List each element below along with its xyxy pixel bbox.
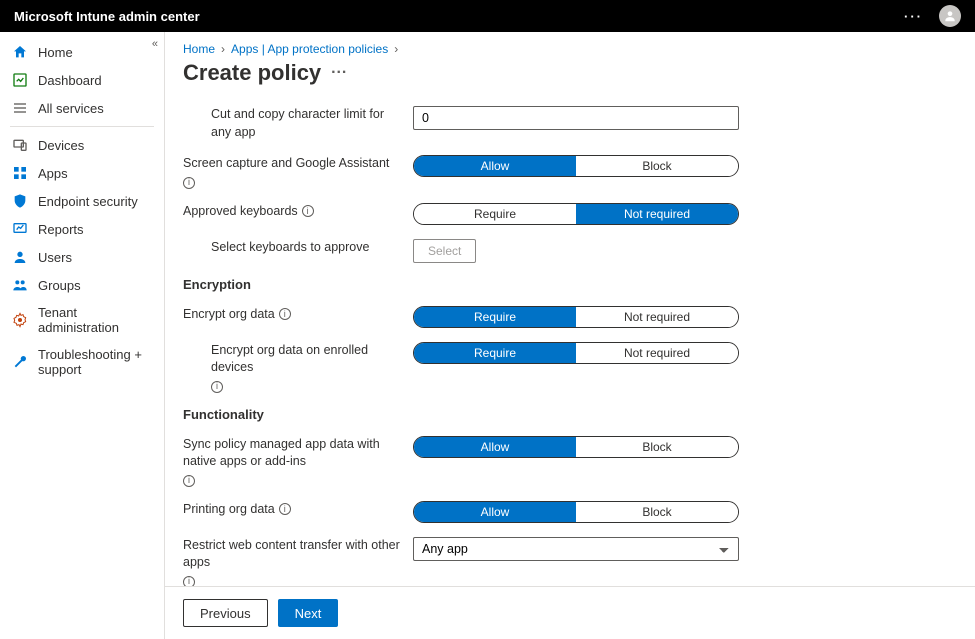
sync-policy-toggle[interactable]: Allow Block: [413, 436, 739, 458]
sidebar-item-users[interactable]: Users: [0, 243, 164, 271]
sidebar-item-label: Reports: [38, 222, 84, 237]
groups-icon: [12, 277, 28, 293]
info-icon[interactable]: i: [211, 381, 223, 393]
toggle-allow[interactable]: Allow: [414, 437, 576, 457]
sidebar-item-label: Home: [38, 45, 73, 60]
cut-copy-limit-input[interactable]: [413, 106, 739, 130]
encrypt-enrolled-toggle[interactable]: Require Not required: [413, 342, 739, 364]
page-title: Create policy: [183, 60, 321, 86]
toggle-not-required[interactable]: Not required: [576, 343, 738, 363]
info-icon[interactable]: i: [183, 475, 195, 487]
more-icon[interactable]: ···: [331, 64, 347, 82]
sidebar-item-label: All services: [38, 101, 104, 116]
sidebar-item-label: Devices: [38, 138, 84, 153]
top-bar: Microsoft Intune admin center ···: [0, 0, 975, 32]
label-approved-keyboards: Approved keyboards: [183, 203, 298, 221]
main-content: Home › Apps | App protection policies › …: [165, 32, 975, 639]
gear-icon: [12, 312, 28, 328]
restrict-web-select[interactable]: Any app: [413, 537, 739, 561]
toggle-not-required[interactable]: Not required: [576, 307, 738, 327]
shield-icon: [12, 193, 28, 209]
collapse-icon[interactable]: «: [152, 38, 158, 50]
sidebar-item-label: Apps: [38, 166, 68, 181]
info-icon[interactable]: i: [279, 308, 291, 320]
label-sync-policy: Sync policy managed app data with native…: [183, 436, 403, 471]
apps-icon: [12, 165, 28, 181]
form-body: Cut and copy character limit for any app…: [165, 96, 975, 586]
sidebar-item-devices[interactable]: Devices: [0, 131, 164, 159]
wrench-icon: [12, 354, 28, 370]
toggle-block[interactable]: Block: [576, 437, 738, 457]
select-keyboards-button[interactable]: Select: [413, 239, 476, 263]
section-functionality: Functionality: [183, 407, 957, 422]
wizard-footer: Previous Next: [165, 586, 975, 639]
sidebar-item-label: Dashboard: [38, 73, 102, 88]
more-icon[interactable]: ···: [904, 9, 923, 24]
toggle-block[interactable]: Block: [576, 502, 738, 522]
list-icon: [12, 100, 28, 116]
info-icon[interactable]: i: [302, 205, 314, 217]
label-cut-copy-limit: Cut and copy character limit for any app: [211, 106, 403, 141]
next-button[interactable]: Next: [278, 599, 339, 627]
sidebar-item-home[interactable]: Home: [0, 38, 164, 66]
sidebar-item-endpoint-security[interactable]: Endpoint security: [0, 187, 164, 215]
label-restrict-web: Restrict web content transfer with other…: [183, 537, 403, 572]
breadcrumb-home[interactable]: Home: [183, 42, 215, 56]
screen-capture-toggle[interactable]: Allow Block: [413, 155, 739, 177]
sidebar-item-dashboard[interactable]: Dashboard: [0, 66, 164, 94]
sidebar-item-groups[interactable]: Groups: [0, 271, 164, 299]
breadcrumb-apps[interactable]: Apps | App protection policies: [231, 42, 388, 56]
reports-icon: [12, 221, 28, 237]
toggle-require[interactable]: Require: [414, 204, 576, 224]
sidebar-item-tenant-admin[interactable]: Tenant administration: [0, 299, 164, 341]
label-encrypt-enrolled: Encrypt org data on enrolled devices: [211, 342, 403, 377]
sidebar-item-troubleshooting[interactable]: Troubleshooting + support: [0, 341, 164, 383]
toggle-require[interactable]: Require: [414, 307, 576, 327]
toggle-require[interactable]: Require: [414, 343, 576, 363]
toggle-block[interactable]: Block: [576, 156, 738, 176]
sidebar: « Home Dashboard All services Devices Ap…: [0, 32, 165, 639]
sidebar-item-label: Users: [38, 250, 72, 265]
avatar[interactable]: [939, 5, 961, 27]
sidebar-item-label: Troubleshooting + support: [38, 347, 152, 377]
label-screen-capture: Screen capture and Google Assistant: [183, 155, 389, 173]
toggle-allow[interactable]: Allow: [414, 502, 576, 522]
sidebar-item-label: Groups: [38, 278, 81, 293]
label-encrypt-org-data: Encrypt org data: [183, 306, 275, 324]
chevron-right-icon: ›: [394, 42, 398, 56]
sidebar-item-apps[interactable]: Apps: [0, 159, 164, 187]
home-icon: [12, 44, 28, 60]
encrypt-org-data-toggle[interactable]: Require Not required: [413, 306, 739, 328]
chevron-right-icon: ›: [221, 42, 225, 56]
info-icon[interactable]: i: [279, 503, 291, 515]
sidebar-item-label: Tenant administration: [38, 305, 152, 335]
printing-toggle[interactable]: Allow Block: [413, 501, 739, 523]
previous-button[interactable]: Previous: [183, 599, 268, 627]
product-title: Microsoft Intune admin center: [14, 9, 200, 24]
toggle-allow[interactable]: Allow: [414, 156, 576, 176]
toggle-not-required[interactable]: Not required: [576, 204, 738, 224]
label-select-keyboards: Select keyboards to approve: [211, 239, 369, 257]
sidebar-item-reports[interactable]: Reports: [0, 215, 164, 243]
section-encryption: Encryption: [183, 277, 957, 292]
approved-keyboards-toggle[interactable]: Require Not required: [413, 203, 739, 225]
dashboard-icon: [12, 72, 28, 88]
sidebar-item-all-services[interactable]: All services: [0, 94, 164, 122]
devices-icon: [12, 137, 28, 153]
label-printing: Printing org data: [183, 501, 275, 519]
info-icon[interactable]: i: [183, 576, 195, 587]
breadcrumb: Home › Apps | App protection policies ›: [165, 42, 975, 60]
sidebar-item-label: Endpoint security: [38, 194, 138, 209]
users-icon: [12, 249, 28, 265]
info-icon[interactable]: i: [183, 177, 195, 189]
